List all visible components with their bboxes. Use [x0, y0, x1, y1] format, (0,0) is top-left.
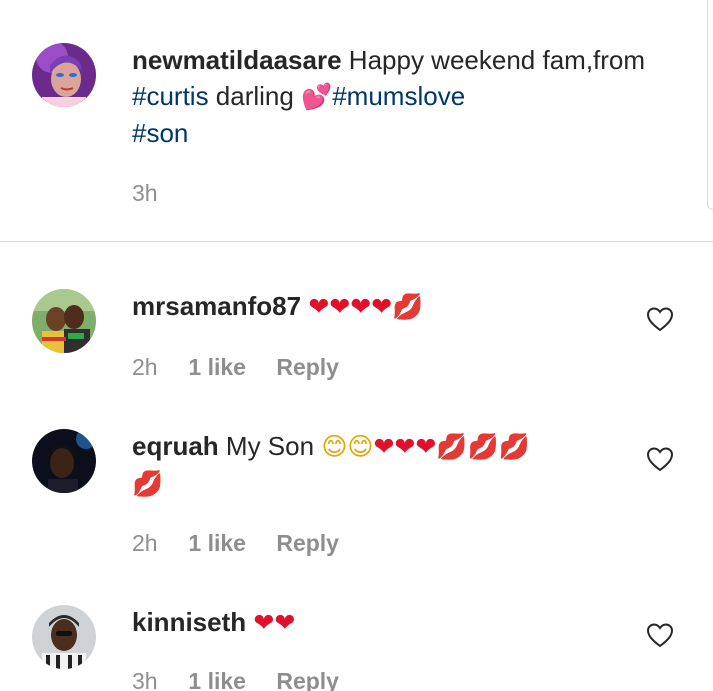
hashtag-son[interactable]: #son [132, 118, 188, 148]
heart-emoji: ❤ [415, 432, 437, 461]
kiss-mark-emoji: 💋 [436, 432, 468, 461]
hashtag-mumslove[interactable]: #mumslove [332, 81, 465, 111]
heart-emoji: ❤ [373, 432, 395, 461]
kiss-mark-emoji: 💋 [498, 432, 530, 461]
comment-meta: 2h 1 like Reply [132, 354, 339, 381]
comment-username[interactable]: eqruah [132, 431, 219, 461]
comment-body: My Son [225, 431, 315, 461]
kiss-mark-emoji: 💋 [392, 292, 424, 321]
caption-text: newmatildaasare Happy weekend fam,from #… [132, 42, 652, 151]
heart-outline-icon[interactable] [646, 446, 674, 472]
divider [0, 241, 713, 242]
comment-text: kinniseth ❤❤ [132, 604, 632, 641]
comment-like-count[interactable]: 1 like [188, 530, 246, 557]
heart-emoji: ❤ [329, 292, 351, 321]
avatar[interactable] [32, 43, 96, 107]
reply-button[interactable]: Reply [276, 530, 339, 557]
post-caption: newmatildaasare Happy weekend fam,from #… [0, 0, 713, 242]
hashtag-curtis[interactable]: #curtis [132, 81, 209, 111]
heart-outline-icon[interactable] [646, 622, 674, 648]
two-hearts-emoji: 💕 [301, 82, 333, 111]
comment-text: mrsamanfo87 ❤❤❤❤💋 [132, 288, 632, 325]
avatar[interactable] [32, 289, 96, 353]
heart-emoji: ❤ [371, 292, 393, 321]
comment-timestamp: 2h [132, 354, 158, 380]
avatar[interactable] [32, 429, 96, 493]
comment-like-count[interactable]: 1 like [188, 354, 246, 381]
smiling-face-emoji: 😊 [347, 432, 374, 461]
caption-body: Happy weekend fam,from [348, 45, 646, 75]
comment-timestamp: 2h [132, 530, 158, 556]
heart-emoji: ❤ [253, 608, 275, 637]
comment-timestamp: 3h [132, 668, 158, 691]
comment-like-count[interactable]: 1 like [188, 668, 246, 691]
heart-outline-icon[interactable] [646, 306, 674, 332]
smiling-face-emoji: 😊 [321, 432, 348, 461]
reply-button[interactable]: Reply [276, 668, 339, 691]
comment-meta: 3h 1 like Reply [132, 668, 339, 691]
reply-button[interactable]: Reply [276, 354, 339, 381]
avatar[interactable] [32, 605, 96, 669]
kiss-mark-emoji: 💋 [467, 432, 499, 461]
comment-meta: 2h 1 like Reply [132, 530, 339, 557]
comment-username[interactable]: mrsamanfo87 [132, 291, 301, 321]
heart-emoji: ❤ [274, 608, 296, 637]
heart-emoji: ❤ [308, 292, 330, 321]
comment-text: eqruah My Son 😊😊❤❤❤💋💋💋 💋 [132, 428, 622, 502]
heart-emoji: ❤ [350, 292, 372, 321]
caption-meta: 3h [132, 180, 182, 207]
panel-edge [707, 0, 713, 210]
heart-emoji: ❤ [394, 432, 416, 461]
kiss-mark-emoji: 💋 [132, 469, 164, 498]
caption-timestamp: 3h [132, 180, 158, 206]
comment-username[interactable]: kinniseth [132, 607, 246, 637]
caption-username[interactable]: newmatildaasare [132, 45, 342, 75]
caption-body-2: darling [208, 81, 302, 111]
